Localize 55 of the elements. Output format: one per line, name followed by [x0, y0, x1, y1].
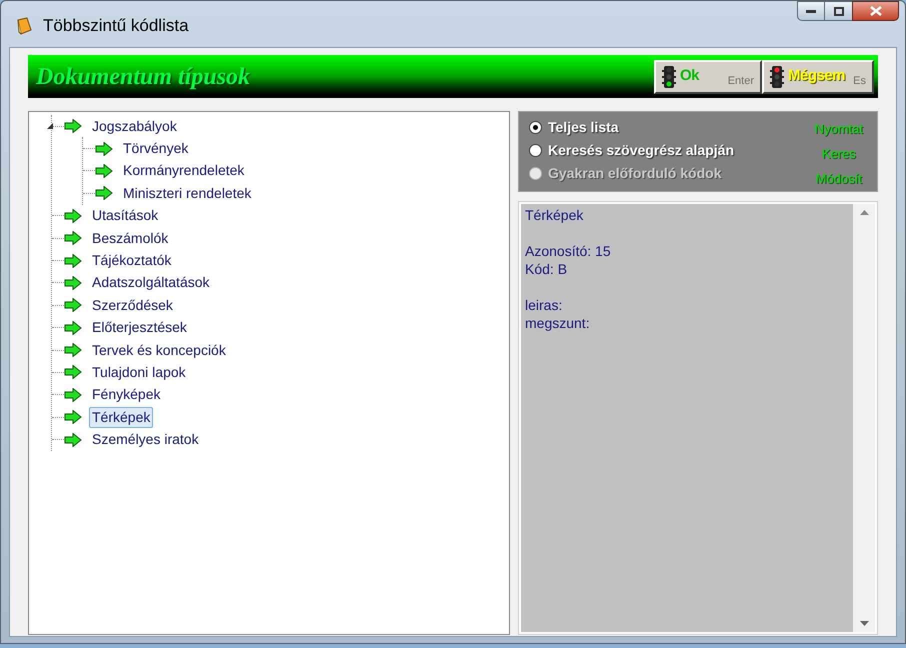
radio-button[interactable] — [529, 144, 542, 157]
tree-item[interactable]: Törvények — [120, 138, 192, 160]
tree-item[interactable]: Jogszabályok — [89, 116, 180, 137]
tree-item[interactable]: Tulajdoni lapok — [89, 362, 189, 383]
tree-item[interactable]: Beszámolók — [89, 228, 172, 249]
close-icon — [870, 6, 882, 16]
window-title: Többszintű kódlista — [43, 15, 189, 37]
shortcut-hint: Es — [853, 74, 866, 89]
arrow-icon — [64, 276, 82, 290]
detail-line: Térképek — [525, 206, 584, 224]
arrow-icon — [95, 164, 113, 178]
radio-label: Gyakran előforduló kódok — [548, 164, 722, 183]
tree-item[interactable]: Tervek és koncepciók — [89, 340, 229, 361]
tree-item[interactable]: Adatszolgáltatások — [89, 272, 213, 294]
scroll-up-icon[interactable] — [860, 210, 868, 215]
maximize-icon — [834, 6, 844, 16]
arrow-icon — [64, 119, 82, 134]
arrow-icon — [64, 388, 82, 402]
detail-line: leiras: — [525, 296, 562, 314]
arrow-icon — [64, 365, 82, 380]
arrow-icon — [64, 343, 82, 358]
arrow-icon — [64, 298, 82, 312]
tree-item[interactable]: Fényképek — [89, 384, 164, 406]
radio-label: Teljes lista — [548, 118, 619, 137]
arrow-icon — [95, 142, 113, 156]
detail-line: megszunt: — [525, 314, 590, 332]
detail-line: Kód: B — [525, 260, 568, 278]
traffic-light-icon — [770, 66, 784, 88]
arrow-icon — [64, 254, 82, 268]
arrow-icon — [95, 186, 113, 200]
close-button[interactable] — [852, 1, 899, 21]
arrow-icon — [64, 231, 82, 246]
tree-item[interactable]: Előterjesztések — [89, 317, 190, 338]
minimize-icon — [806, 9, 816, 13]
tree-item[interactable]: Miniszteri rendeletek — [120, 182, 254, 204]
radio-label: Keresés szövegrész alapján — [548, 141, 734, 160]
tree-item[interactable]: Térképek — [89, 406, 154, 428]
detail-line: Azonosító: 15 — [525, 242, 611, 260]
traffic-light-icon — [662, 66, 676, 88]
maximize-button[interactable] — [825, 1, 852, 21]
scroll-down-icon[interactable] — [860, 621, 868, 626]
arrow-icon — [64, 432, 82, 447]
header-title: Dokumentum típusok — [36, 62, 250, 92]
minimize-button[interactable] — [797, 1, 825, 21]
tree-item[interactable]: Utasítások — [89, 205, 162, 226]
shortcut-hint: Enter — [728, 74, 754, 89]
tree-item[interactable]: Tájékoztatók — [89, 250, 174, 272]
tree-item[interactable]: Személyes iratok — [89, 429, 202, 450]
arrow-icon — [64, 208, 82, 223]
tree-item[interactable]: Szerződések — [89, 294, 176, 316]
arrow-icon — [64, 320, 82, 335]
radio-button[interactable] — [529, 121, 542, 134]
tree-item[interactable]: Kormányrendeletek — [120, 160, 248, 182]
arrow-icon — [64, 410, 82, 424]
expander-icon[interactable] — [47, 123, 53, 129]
